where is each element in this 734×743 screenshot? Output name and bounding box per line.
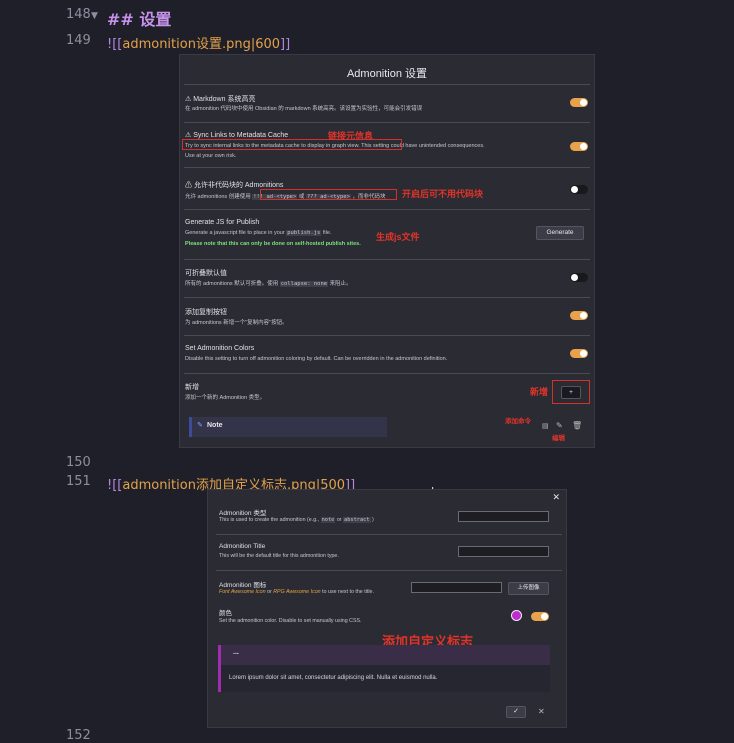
embed-bracket-open: ![[ (107, 478, 123, 493)
divider (184, 84, 590, 85)
divider (184, 335, 590, 336)
desc-text: 允许 admonitions 创建使用 (185, 194, 251, 200)
note-label: Note (207, 422, 223, 429)
edit-pencil-icon[interactable]: ✎ (556, 421, 563, 430)
confirm-button[interactable]: ✓ (506, 706, 526, 718)
font-awesome-link[interactable]: Font Awesome Icon (219, 589, 266, 595)
note-pencil-icon: ✎ (197, 422, 203, 429)
embed-link-settings[interactable]: ![[admonition设置.png|600]] (107, 33, 290, 52)
generate-button[interactable]: Generate (536, 226, 584, 240)
line-number: 150 (66, 455, 91, 470)
divider (184, 167, 590, 168)
setting-desc: Disable this setting to turn off admonit… (185, 356, 448, 362)
icon-desc: Font Awesome Icon or RPG Awesome Icon to… (219, 589, 374, 595)
setting-title: 可折叠默认值 (185, 270, 227, 277)
desc-text: 所有的 admonitions 默认可折叠。使用 (185, 281, 279, 287)
divider (216, 534, 562, 535)
setting-desc-2: Please note that this can only be done o… (185, 241, 361, 247)
rpg-awesome-link[interactable]: RPG Awesome Icon (273, 589, 320, 595)
annotation-box (552, 380, 590, 404)
setting-desc: 在 admonition 代码块中使用 Obsidian 的 markdown … (185, 106, 423, 112)
markdown-heading[interactable]: ## 设置 (107, 6, 171, 30)
title-label: Admonition Title (219, 543, 266, 550)
fold-chevron-icon[interactable]: ▼ (91, 11, 98, 21)
color-label: 颜色 (219, 610, 232, 617)
upload-image-button[interactable]: 上传图像 (508, 582, 549, 595)
admonition-colors-toggle[interactable] (570, 349, 588, 358)
setting-desc: 所有的 admonitions 默认可折叠。使用 collapse: none … (185, 279, 352, 287)
setting-title: 新增 (185, 384, 199, 391)
line-number: 151 (66, 474, 91, 489)
admonition-settings-image: Admonition 设置 ⚠ Markdown 系统高亮 在 admoniti… (179, 54, 595, 448)
divider (184, 209, 590, 210)
desc-text: This is used to create the admonition (e… (219, 517, 320, 523)
desc-text: ) (372, 517, 374, 523)
sync-links-toggle[interactable] (570, 142, 588, 151)
code-chip: note (320, 517, 336, 523)
setting-desc: 为 admonitions 新增一个"复制内容"按钮。 (185, 320, 288, 326)
add-custom-admonition-image: ✕ Admonition 类型 This is used to create t… (207, 489, 567, 728)
color-desc: Set the admonition color. Disable to set… (219, 618, 362, 624)
color-picker-swatch[interactable] (511, 610, 522, 621)
setting-desc: Generate a javascript file to place in y… (185, 230, 331, 236)
markdown-highlight-toggle[interactable] (570, 98, 588, 107)
code-chip: publish.js (286, 230, 322, 236)
setting-title: ⚠ Markdown 系统高亮 (185, 96, 256, 103)
annotation-box (260, 189, 397, 200)
embed-filename: admonition设置.png|600 (122, 37, 281, 52)
code-chip: abstract (343, 517, 371, 523)
line-number: 149 (66, 33, 91, 48)
annotation-add-command: 添加命令 (505, 418, 531, 425)
annotation-edit: 编辑 (552, 435, 565, 442)
copy-button-toggle[interactable] (570, 311, 588, 320)
divider (184, 373, 590, 374)
note-admonition-item[interactable]: ✎ Note (189, 417, 387, 437)
cancel-button[interactable]: ✕ (538, 707, 545, 716)
preview-title-bar: ... (218, 645, 550, 665)
divider (216, 570, 562, 571)
embed-bracket-open: ![[ (107, 37, 123, 52)
divider (184, 297, 590, 298)
preview-title: ... (233, 649, 239, 656)
settings-panel-title: Admonition 设置 (346, 68, 428, 80)
type-desc: This is used to create the admonition (e… (219, 517, 374, 523)
setting-desc: 添加一个新的 Admonition 类型。 (185, 395, 266, 401)
title-input[interactable] (458, 546, 549, 557)
annotation-sync-links: 链接元信息 (328, 131, 374, 141)
code-chip: collapse: none (279, 281, 329, 287)
setting-title: ⚠ Sync Links to Metadata Cache (185, 132, 289, 139)
setting-title: Generate JS for Publish (185, 219, 260, 226)
type-label: Admonition 类型 (219, 510, 267, 517)
preview-body-text: Lorem ipsum dolor sit amet, consectetur … (229, 675, 438, 681)
icon-label: Admonition 图标 (219, 582, 267, 589)
annotation-add-new: 新增 (530, 387, 549, 397)
desc-text: or (336, 517, 342, 523)
type-input[interactable] (458, 511, 549, 522)
divider (184, 259, 590, 260)
setting-desc-2: Use at your own risk. (185, 153, 237, 159)
preview-body: Lorem ipsum dolor sit amet, consectetur … (218, 665, 550, 692)
desc-text: 来阻止。 (329, 281, 352, 287)
title-desc: This will be the default title for this … (219, 553, 339, 559)
annotation-non-codeblock: 开启后可不用代码块 (402, 189, 484, 199)
embed-bracket-close: ]] (280, 37, 291, 52)
command-icon[interactable]: ▤ (542, 422, 549, 430)
close-icon[interactable]: ✕ (552, 492, 560, 503)
editor-gutter (0, 0, 100, 736)
divider (184, 122, 590, 123)
desc-text: to use next to the title. (322, 589, 374, 595)
desc-text: or (267, 589, 272, 595)
annotation-generate-js: 生成js文件 (376, 232, 420, 242)
setting-title: Set Admonition Colors (185, 345, 255, 352)
setting-title: 添加复制按钮 (185, 309, 227, 316)
icon-input[interactable] (411, 582, 502, 593)
desc-text: file. (322, 230, 332, 236)
trash-icon[interactable]: 🗑 (572, 421, 582, 430)
color-toggle[interactable] (531, 612, 549, 621)
desc-text: Generate a javascript file to place in y… (185, 230, 285, 236)
non-codeblock-toggle[interactable] (570, 185, 588, 194)
collapsible-default-toggle[interactable] (570, 273, 588, 282)
